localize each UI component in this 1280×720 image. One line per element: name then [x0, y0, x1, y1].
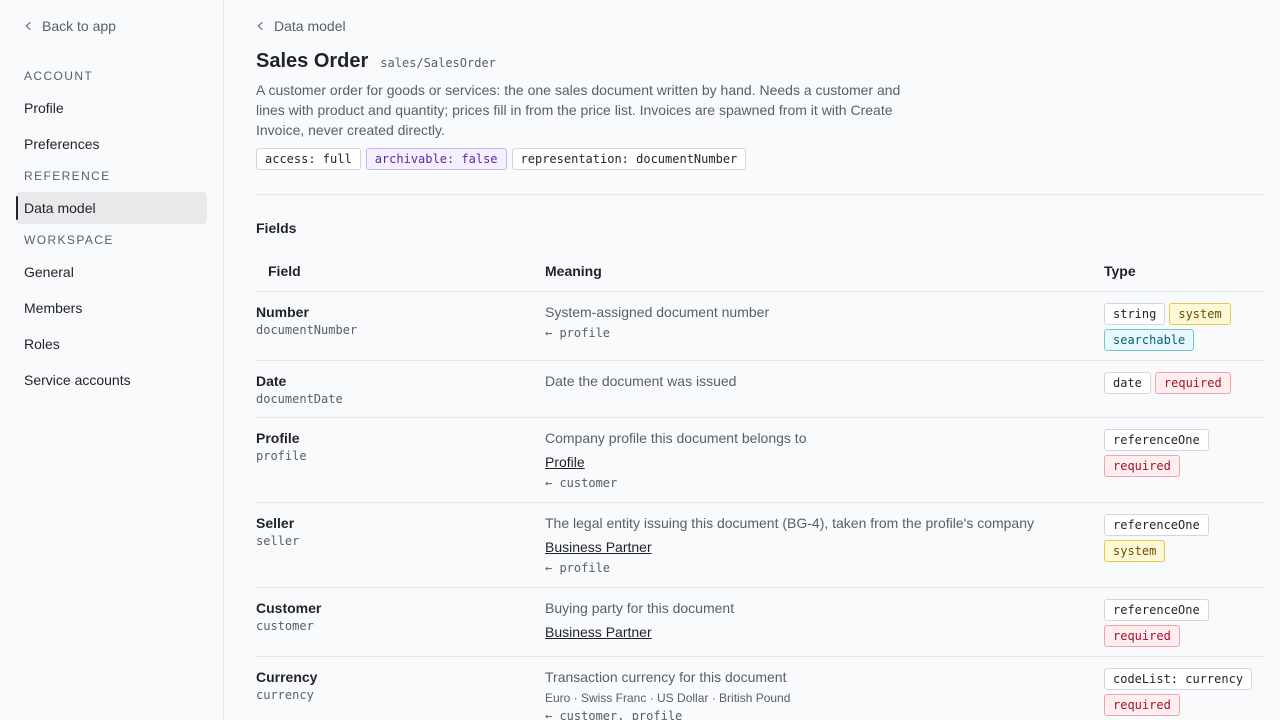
sidebar-item-label: Preferences [24, 136, 100, 152]
field-meaning: System-assigned document number [545, 304, 770, 320]
column-header-meaning: Meaning [545, 263, 602, 279]
sidebar-item-label: General [24, 264, 74, 280]
field-key: profile [256, 449, 307, 463]
tag-representation: representation: documentNumber [511, 148, 747, 170]
table-row: Currency currency Transaction currency f… [256, 657, 1264, 720]
field-meaning: Transaction currency for this document [545, 669, 787, 685]
section-label-account: ACCOUNT [24, 69, 94, 83]
required-badge: required [1104, 455, 1180, 477]
field-name: Number [256, 304, 309, 320]
sidebar-item-profile[interactable]: Profile [16, 92, 207, 124]
chevron-left-icon [256, 21, 266, 31]
field-derived-from: ← profile [545, 326, 611, 340]
sidebar-item-label: Profile [24, 100, 64, 116]
column-header-type: Type [1104, 263, 1136, 279]
sidebar-item-members[interactable]: Members [16, 292, 207, 324]
column-header-field: Field [268, 263, 301, 279]
table-row: Number documentNumber System-assigned do… [256, 292, 1264, 361]
system-badge: system [1169, 303, 1231, 325]
reference-link-business-partner[interactable]: Business Partner [545, 624, 652, 640]
table-header: Field Meaning Type [256, 252, 1264, 292]
sidebar-item-label: Roles [24, 336, 60, 352]
type-badge: referenceOne [1104, 514, 1209, 536]
sidebar-item-service-accounts[interactable]: Service accounts [16, 364, 207, 396]
field-derived-from: ← customer [545, 476, 618, 490]
field-name: Customer [256, 600, 322, 616]
divider [256, 194, 1264, 195]
page-title: Sales Order [256, 50, 369, 72]
field-key: seller [256, 534, 300, 548]
sidebar-item-label: Service accounts [24, 372, 131, 388]
required-badge: required [1104, 694, 1180, 716]
type-badge: referenceOne [1104, 429, 1209, 451]
sidebar-item-label: Data model [24, 200, 96, 216]
field-name: Currency [256, 669, 318, 685]
type-badge: codeList: currency [1104, 668, 1253, 690]
sidebar: Back to app ACCOUNT Profile Preferences … [0, 0, 224, 720]
breadcrumb[interactable]: Data model [256, 16, 346, 36]
table-row: Date documentDate Date the document was … [256, 361, 1264, 418]
reference-link-profile[interactable]: Profile [545, 454, 585, 470]
tag-access: access: full [256, 148, 361, 170]
code-list-options: Euro · Swiss Franc · US Dollar · British… [545, 691, 791, 705]
type-badge: string [1104, 303, 1166, 325]
field-derived-from: ← profile [545, 561, 611, 575]
breadcrumb-label: Data model [274, 18, 346, 34]
back-to-app-label: Back to app [42, 18, 116, 34]
field-meaning: Date the document was issued [545, 373, 737, 389]
field-meaning: Buying party for this document [545, 600, 735, 616]
model-tags: access: full archivable: false represent… [256, 148, 747, 170]
field-derived-from: ← customer, profile [545, 709, 683, 720]
required-badge: required [1104, 625, 1180, 647]
field-key: documentNumber [256, 323, 358, 337]
section-label-reference: REFERENCE [24, 169, 111, 183]
field-meaning: The legal entity issuing this document (… [545, 515, 1035, 531]
field-name: Date [256, 373, 287, 389]
field-key: documentDate [256, 392, 343, 406]
back-to-app-link[interactable]: Back to app [24, 16, 116, 36]
reference-link-business-partner[interactable]: Business Partner [545, 539, 652, 555]
fields-heading: Fields [256, 220, 297, 236]
sidebar-item-label: Members [24, 300, 83, 316]
sidebar-item-roles[interactable]: Roles [16, 328, 207, 360]
sidebar-item-preferences[interactable]: Preferences [16, 128, 207, 160]
type-badge: referenceOne [1104, 599, 1209, 621]
searchable-badge: searchable [1104, 329, 1195, 351]
required-badge: required [1154, 372, 1231, 394]
table-row: Customer customer Buying party for this … [256, 588, 1264, 657]
field-name: Seller [256, 515, 295, 531]
field-key: customer [256, 619, 314, 633]
type-badge: date [1104, 372, 1151, 394]
section-label-workspace: WORKSPACE [24, 233, 114, 247]
chevron-left-icon [24, 21, 34, 31]
title-row: Sales Order sales/SalesOrder [256, 50, 496, 73]
system-badge: system [1104, 540, 1166, 562]
table-row: Seller seller The legal entity issuing t… [256, 503, 1264, 588]
field-key: currency [256, 688, 314, 702]
table-row: Profile profile Company profile this doc… [256, 418, 1264, 503]
sidebar-item-general[interactable]: General [16, 256, 207, 288]
field-meaning: Company profile this document belongs to [545, 430, 807, 446]
fields-table: Field Meaning Type Number documentNumber… [256, 252, 1264, 720]
field-name: Profile [256, 430, 300, 446]
model-description: A customer order for goods or services: … [256, 82, 901, 138]
model-path: sales/SalesOrder [380, 56, 496, 70]
tag-archivable: archivable: false [365, 148, 507, 170]
sidebar-item-data-model[interactable]: Data model [16, 192, 207, 224]
